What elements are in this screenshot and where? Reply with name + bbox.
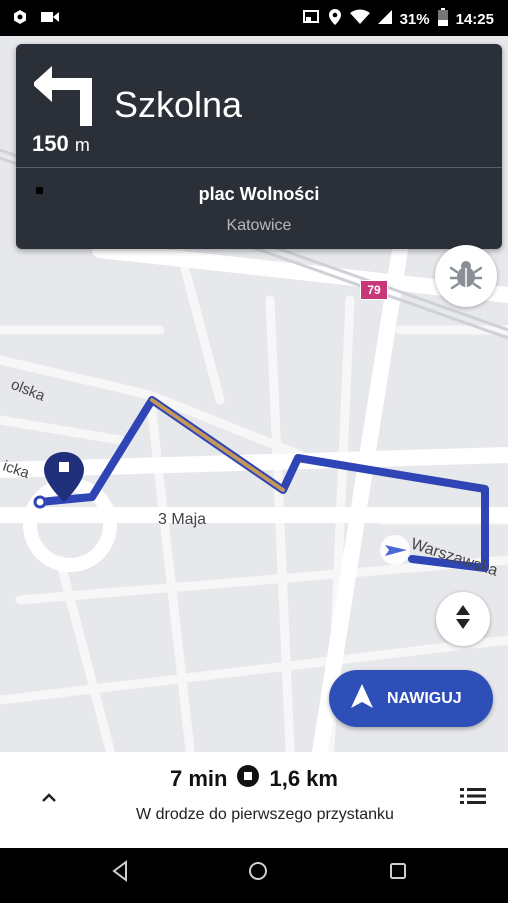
card-divider — [16, 167, 502, 168]
street-label-3-maja: 3 Maja — [158, 511, 206, 528]
signal-icon — [377, 9, 392, 29]
stop-icon — [237, 765, 260, 793]
system-nav-bar — [0, 848, 508, 903]
maneuver-street: Szkolna — [114, 84, 243, 125]
recents-icon[interactable] — [388, 860, 408, 887]
bug-icon — [448, 259, 484, 294]
cast-icon — [302, 9, 320, 29]
bug-report-button[interactable] — [435, 245, 497, 307]
distance-unit: m — [74, 135, 90, 155]
back-icon[interactable] — [110, 860, 130, 887]
compass-button[interactable] — [436, 592, 490, 646]
home-icon[interactable] — [247, 860, 269, 887]
navigate-button-label: NAWIGUJ — [387, 689, 462, 707]
destination-city: Katowice — [226, 217, 292, 234]
location-icon — [328, 8, 342, 30]
road-number-badge: 79 — [360, 280, 388, 300]
navigation-card: Szkolna 150 m plac Wolności Katowice — [16, 44, 502, 249]
list-icon — [460, 788, 486, 810]
navigation-arrow-icon — [351, 684, 373, 713]
route-list-button[interactable] — [460, 786, 486, 811]
route-subtitle: W drodze do pierwszego przystanku — [136, 806, 394, 823]
maneuver-distance: 150 m — [32, 131, 90, 157]
battery-percent: 31% — [399, 10, 430, 28]
route-duration: 7 min — [170, 766, 228, 791]
wifi-icon — [349, 9, 370, 29]
compass-icon — [456, 604, 470, 634]
clock: 14:25 — [455, 10, 494, 28]
distance-value: 150 — [32, 131, 69, 156]
current-position-icon — [380, 535, 410, 565]
navigate-button[interactable]: NAWIGUJ — [329, 670, 493, 727]
battery-icon — [437, 8, 448, 30]
maneuver-panel: Szkolna 150 m — [16, 44, 502, 166]
route-summary: 7 min 1,6 km — [0, 765, 508, 793]
video-icon — [40, 10, 60, 29]
app-icon — [12, 9, 28, 30]
status-bar: 31% 14:25 — [0, 0, 508, 36]
route-distance: 1,6 km — [269, 766, 338, 791]
destination-name: plac Wolności — [198, 184, 320, 204]
turn-left-icon — [32, 64, 96, 131]
